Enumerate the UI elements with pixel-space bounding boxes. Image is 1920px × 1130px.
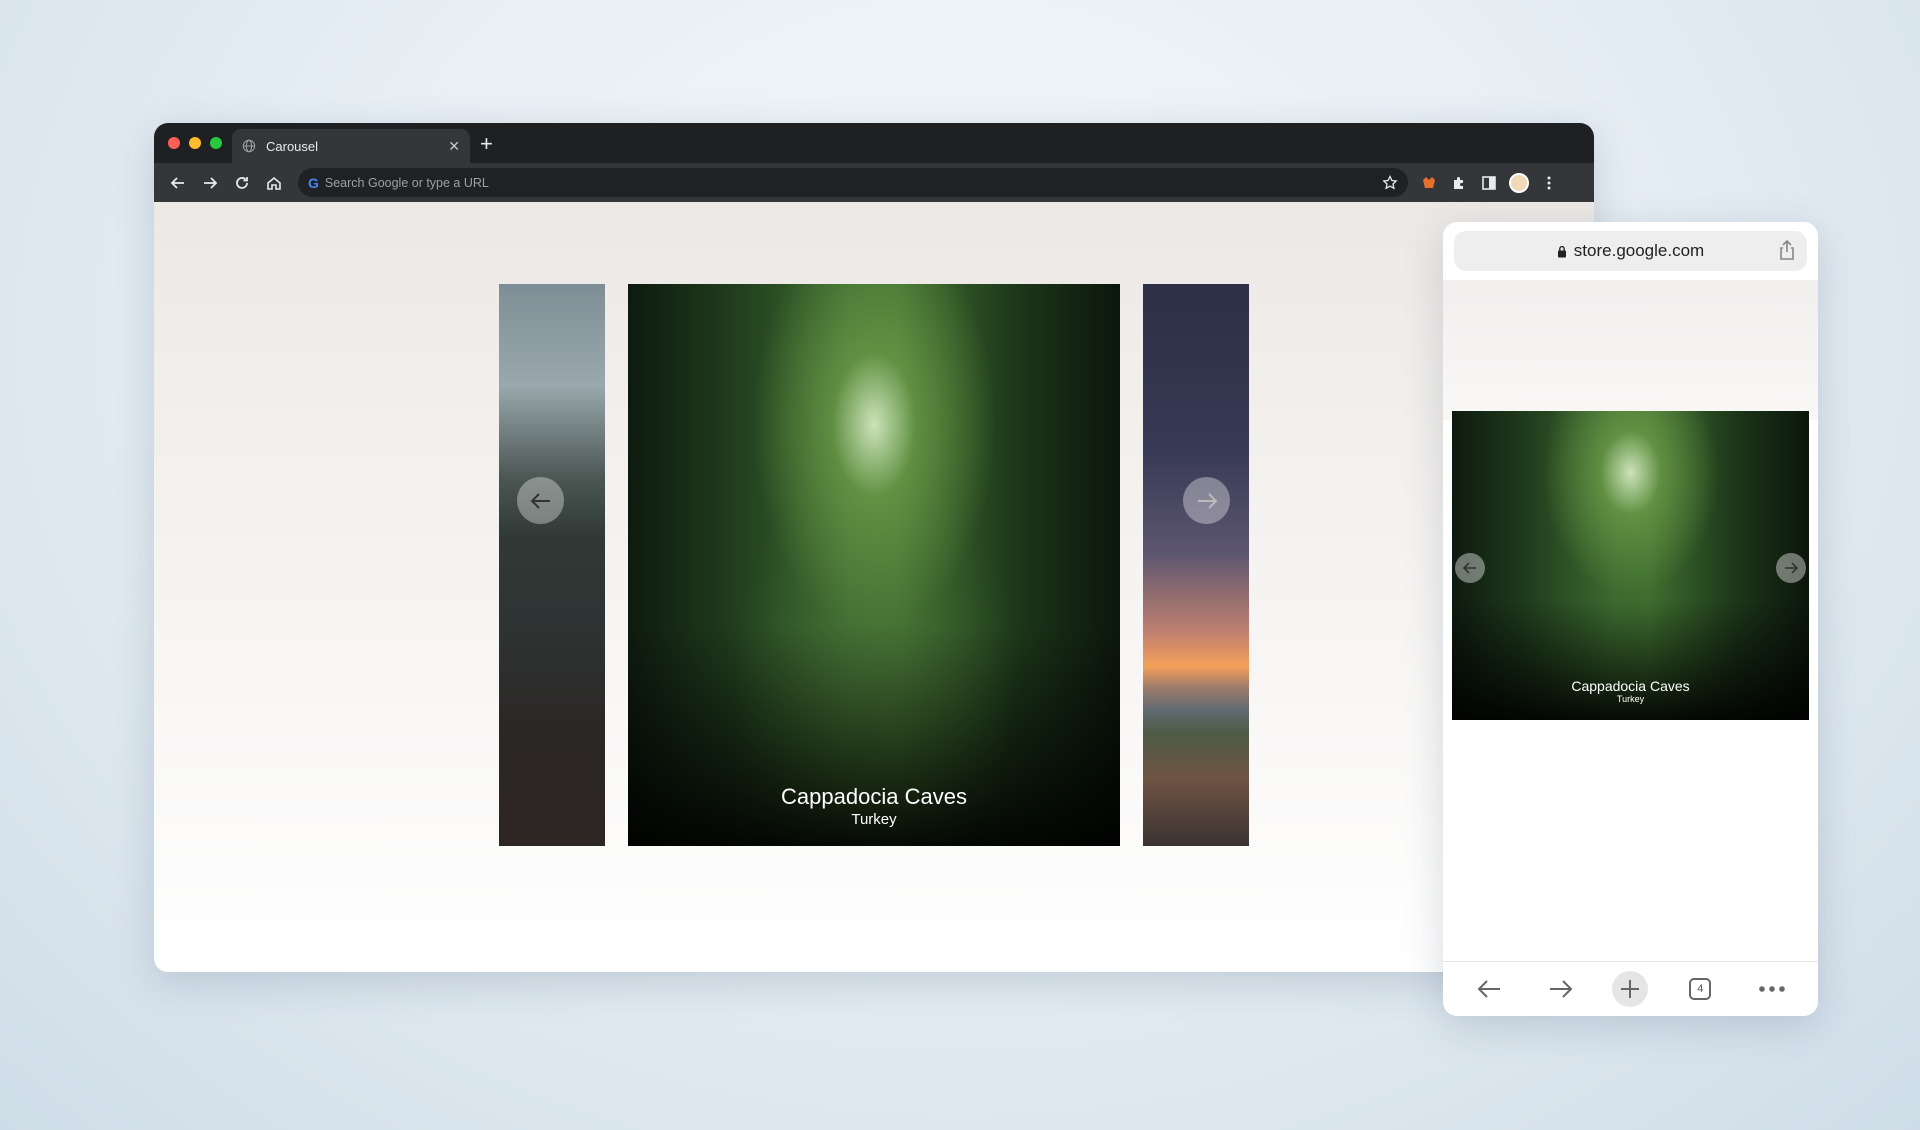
arrow-right-icon xyxy=(1197,492,1217,509)
close-icon[interactable]: ✕ xyxy=(448,138,460,155)
mobile-carousel-prev-button[interactable] xyxy=(1455,553,1485,583)
arrow-right-icon xyxy=(1785,562,1799,574)
mobile-page-header-area xyxy=(1443,280,1818,420)
forward-icon[interactable] xyxy=(1541,969,1581,1009)
reload-icon[interactable] xyxy=(226,169,258,197)
google-icon: G xyxy=(308,174,319,191)
omnibox[interactable]: G Search Google or type a URL xyxy=(298,168,1408,197)
carousel-next-button[interactable] xyxy=(1183,477,1230,524)
mobile-slide-caption: Cappadocia Caves Turkey xyxy=(1452,678,1809,704)
avatar[interactable] xyxy=(1504,169,1534,197)
arrow-left-icon xyxy=(1462,562,1476,574)
window-controls xyxy=(168,137,222,149)
mobile-url-bar[interactable]: store.google.com xyxy=(1454,231,1807,271)
mobile-bottom-bar: 4 xyxy=(1443,961,1818,1016)
star-icon[interactable] xyxy=(1382,174,1398,191)
page-content: Cappadocia Caves Turkey xyxy=(154,202,1594,972)
mobile-carousel-slide: Cappadocia Caves Turkey xyxy=(1452,411,1809,720)
home-icon[interactable] xyxy=(258,169,290,197)
slide-title: Cappadocia Caves xyxy=(781,784,967,809)
share-icon[interactable] xyxy=(1779,240,1795,260)
lock-icon xyxy=(1557,245,1566,257)
slide-subtitle: Turkey xyxy=(851,811,897,828)
kebab-icon[interactable] xyxy=(1534,169,1564,197)
mobile-slide-title: Cappadocia Caves xyxy=(1571,678,1690,694)
tab-title: Carousel xyxy=(266,138,319,154)
mobile-browser: store.google.com Cappadocia Caves Turkey… xyxy=(1443,222,1818,1016)
carousel-slide-previous[interactable] xyxy=(499,284,605,846)
tab-count: 4 xyxy=(1689,978,1712,1000)
carousel-slide-active: Cappadocia Caves Turkey xyxy=(628,284,1120,846)
plus-icon[interactable]: + xyxy=(480,131,493,157)
mobile-carousel-next-button[interactable] xyxy=(1776,553,1806,583)
carousel-prev-button[interactable] xyxy=(517,477,564,524)
browser-toolbar: G Search Google or type a URL xyxy=(154,163,1594,202)
puzzle-icon[interactable] xyxy=(1444,169,1474,197)
mobile-url: store.google.com xyxy=(1573,241,1705,260)
title-bar: Carousel ✕ + xyxy=(154,123,1594,163)
mobile-slide-subtitle: Turkey xyxy=(1616,694,1645,704)
close-window-button[interactable] xyxy=(168,137,180,149)
slide-caption: Cappadocia Caves Turkey xyxy=(628,784,1120,828)
more-icon[interactable] xyxy=(1752,969,1792,1009)
carousel-slide-next[interactable] xyxy=(1143,284,1249,846)
plus-icon[interactable] xyxy=(1612,971,1649,1007)
browser-tab[interactable]: Carousel ✕ xyxy=(232,129,470,163)
tab-switcher-button[interactable]: 4 xyxy=(1680,969,1720,1009)
omnibox-placeholder: Search Google or type a URL xyxy=(324,175,489,190)
back-icon[interactable] xyxy=(162,169,194,197)
back-icon[interactable] xyxy=(1469,969,1509,1009)
minimize-window-button[interactable] xyxy=(189,137,201,149)
forward-icon[interactable] xyxy=(194,169,226,197)
maximize-window-button[interactable] xyxy=(210,137,222,149)
arrow-left-icon xyxy=(530,492,550,509)
sidepanel-icon[interactable] xyxy=(1474,169,1504,197)
desktop-browser-window: Carousel ✕ + G Search Google or type a U… xyxy=(154,123,1594,972)
globe-icon xyxy=(242,139,256,153)
extension-icon[interactable] xyxy=(1414,169,1444,197)
